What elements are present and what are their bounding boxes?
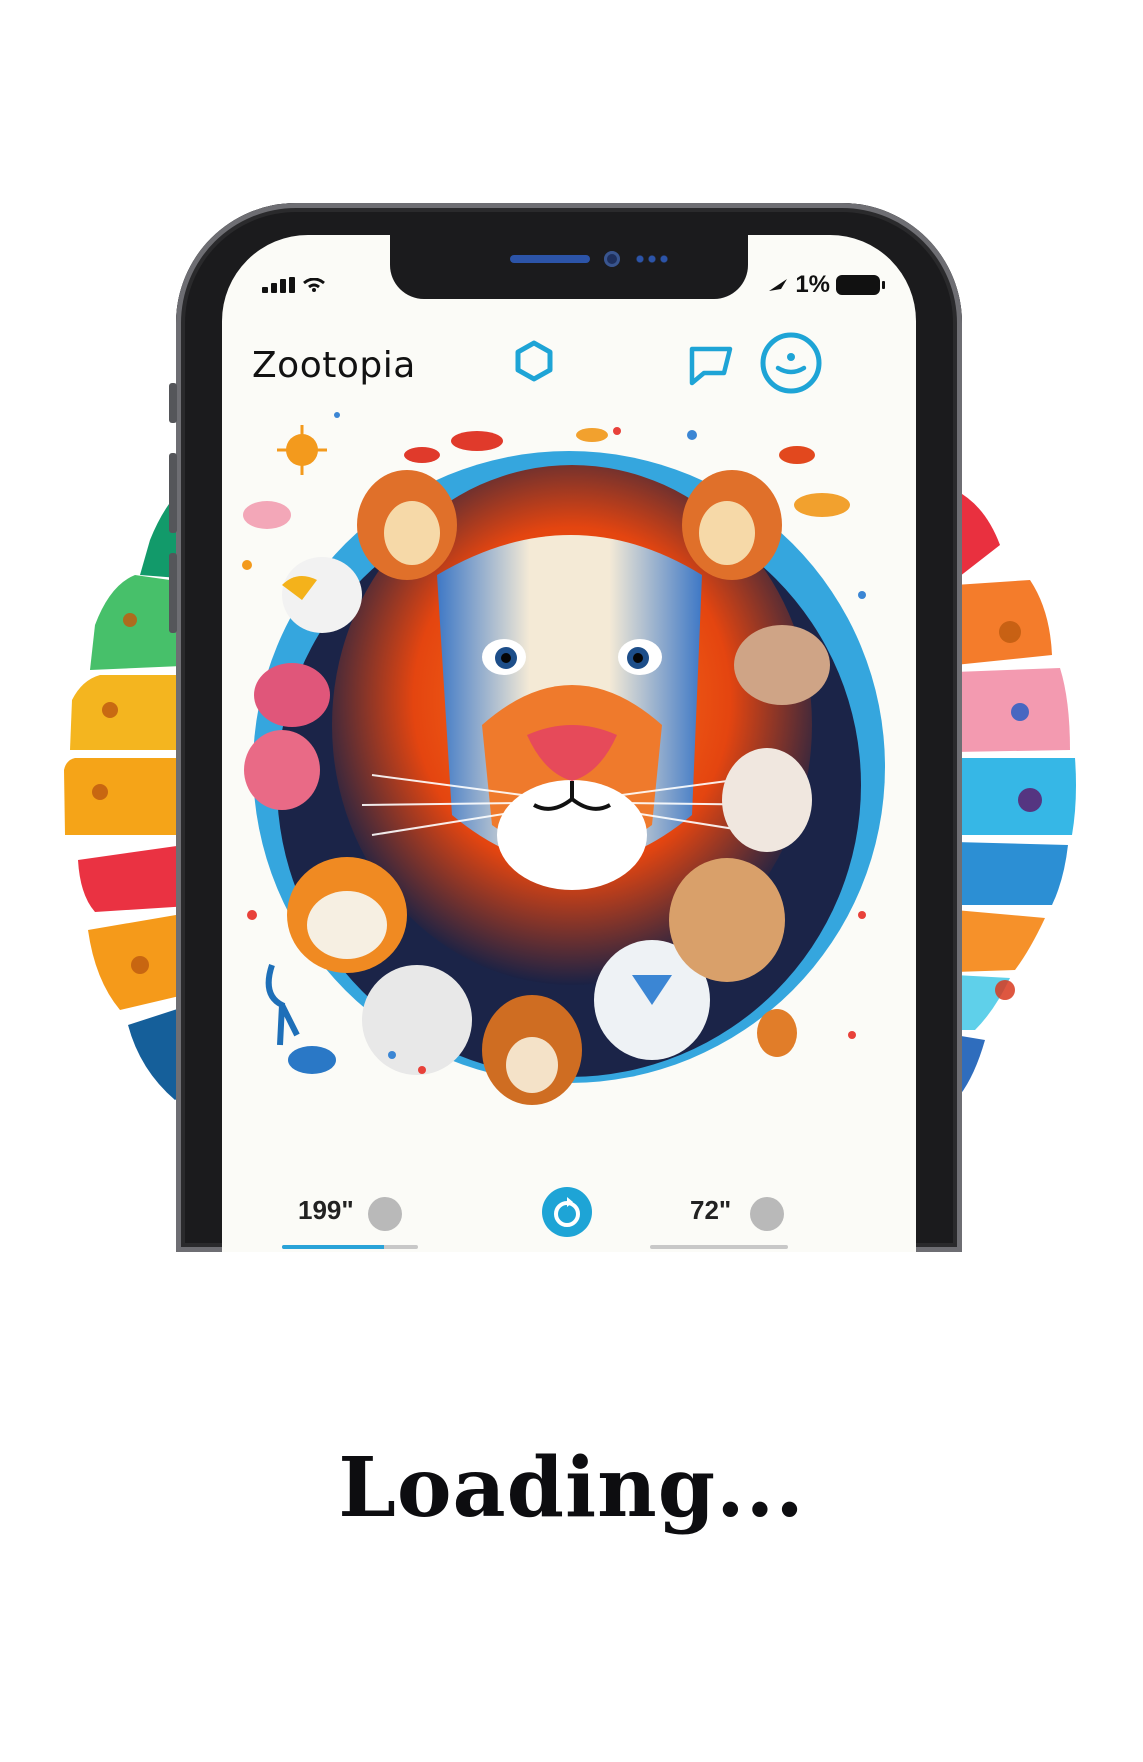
phone-volume-up: [169, 453, 177, 533]
chat-bubble-icon[interactable]: [688, 343, 734, 387]
loading-text: Loading...: [338, 1440, 805, 1536]
bottom-controls: 199" 72": [222, 1125, 916, 1252]
right-stat-toggle[interactable]: [750, 1197, 784, 1231]
front-camera: [604, 251, 620, 267]
hexagon-icon[interactable]: [512, 339, 556, 383]
phone-screen: 1% Zootopia 199" 72": [222, 235, 916, 1252]
sensor-dots: [634, 255, 670, 263]
left-stat-value: 199": [298, 1195, 354, 1225]
left-progress-fill: [282, 1245, 384, 1249]
wifi-icon: [303, 278, 325, 292]
battery-percent: 1%: [795, 271, 830, 298]
status-bar-right: 1%: [767, 271, 885, 299]
speaker: [510, 255, 590, 263]
right-stat-value: 72": [690, 1195, 732, 1225]
right-progress-bar: [650, 1245, 788, 1249]
signal-icon: [262, 277, 295, 293]
status-bar-left: [262, 277, 325, 293]
phone-volume-down: [169, 553, 177, 633]
left-progress-bar: [282, 1245, 418, 1249]
phone-mute-switch: [169, 383, 177, 423]
location-arrow-icon: [769, 279, 788, 291]
phone-mockup: 1% Zootopia 199" 72": [169, 203, 962, 1252]
refresh-icon[interactable]: [540, 1185, 594, 1239]
profile-icon[interactable]: [758, 330, 824, 396]
left-stat-toggle[interactable]: [368, 1197, 402, 1231]
battery-icon: [836, 275, 885, 295]
notch: [390, 235, 748, 299]
fan-right: [955, 490, 1076, 1095]
app-title: Zootopia: [252, 345, 416, 386]
animal-collage-illustration: [242, 412, 885, 1105]
